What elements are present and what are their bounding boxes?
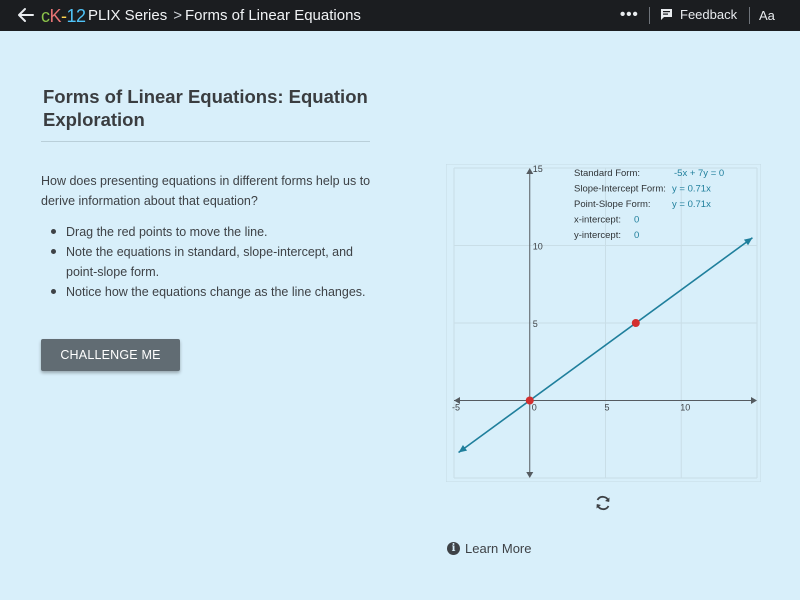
top-bar: cK-12 PLIX Series > Forms of Linear Equati… — [0, 0, 800, 31]
x-tick-label: 10 — [680, 403, 690, 413]
breadcrumb-page: Forms of Linear Equations — [184, 7, 361, 24]
list-item: Notice how the equations change as the l… — [49, 282, 379, 302]
coordinate-graph[interactable]: -5 0 5 10 15 10 5 Standard Form: -5x + 7y = 0 Sl… — [446, 164, 761, 482]
learn-more-label: Learn More — [465, 541, 532, 556]
font-size-button[interactable]: Aa — [759, 8, 775, 23]
divider — [649, 7, 650, 24]
feedback-label: Feedback — [680, 7, 738, 22]
info-value: y = 0.71x — [672, 199, 711, 210]
list-item: Note the equations in standard, slope-in… — [49, 242, 379, 282]
x-tick-label: 0 — [532, 403, 537, 413]
refresh-icon[interactable] — [594, 494, 612, 512]
learn-more-link[interactable]: i Learn More — [447, 541, 531, 556]
x-tick-label: -5 — [452, 403, 460, 413]
info-icon: i — [447, 542, 460, 555]
draggable-point[interactable] — [525, 396, 534, 405]
feedback-icon — [661, 9, 672, 20]
info-label: y-intercept: — [574, 230, 621, 241]
info-label: Slope-Intercept Form: — [574, 184, 666, 195]
draggable-point[interactable] — [631, 319, 640, 327]
x-tick-label: 5 — [605, 403, 610, 413]
info-value: y = 0.71x — [672, 184, 711, 195]
info-value: 0 — [634, 215, 639, 226]
more-options-button[interactable]: ••• — [620, 6, 639, 23]
page-title: Forms of Linear Equations: Equation Expl… — [43, 86, 368, 130]
y-tick-label: 5 — [533, 319, 538, 329]
info-label: x-intercept: — [574, 215, 621, 226]
y-tick-label: 10 — [533, 242, 543, 252]
ck12-logo[interactable]: cK-12 — [41, 6, 86, 26]
breadcrumb-series[interactable]: PLIX Series — [88, 7, 167, 24]
arrow-left-icon[interactable] — [16, 5, 36, 25]
breadcrumb-separator: > — [173, 7, 182, 24]
list-item: Drag the red points to move the line. — [49, 222, 379, 242]
info-value: -5x + 7y = 0 — [674, 168, 724, 179]
title-divider — [41, 141, 370, 142]
info-value: 0 — [634, 230, 639, 241]
divider — [749, 7, 750, 24]
y-tick-label: 15 — [533, 164, 543, 174]
instruction-list: Drag the red points to move the line. No… — [49, 222, 379, 302]
info-label: Point-Slope Form: — [574, 199, 651, 210]
breadcrumb: PLIX Series > Forms of Linear Equations — [88, 7, 361, 24]
info-label: Standard Form: — [574, 168, 640, 179]
feedback-button[interactable]: Feedback — [660, 7, 737, 22]
challenge-me-button[interactable]: CHALLENGE ME — [41, 339, 180, 371]
guiding-question: How does presenting equations in differe… — [41, 174, 371, 208]
